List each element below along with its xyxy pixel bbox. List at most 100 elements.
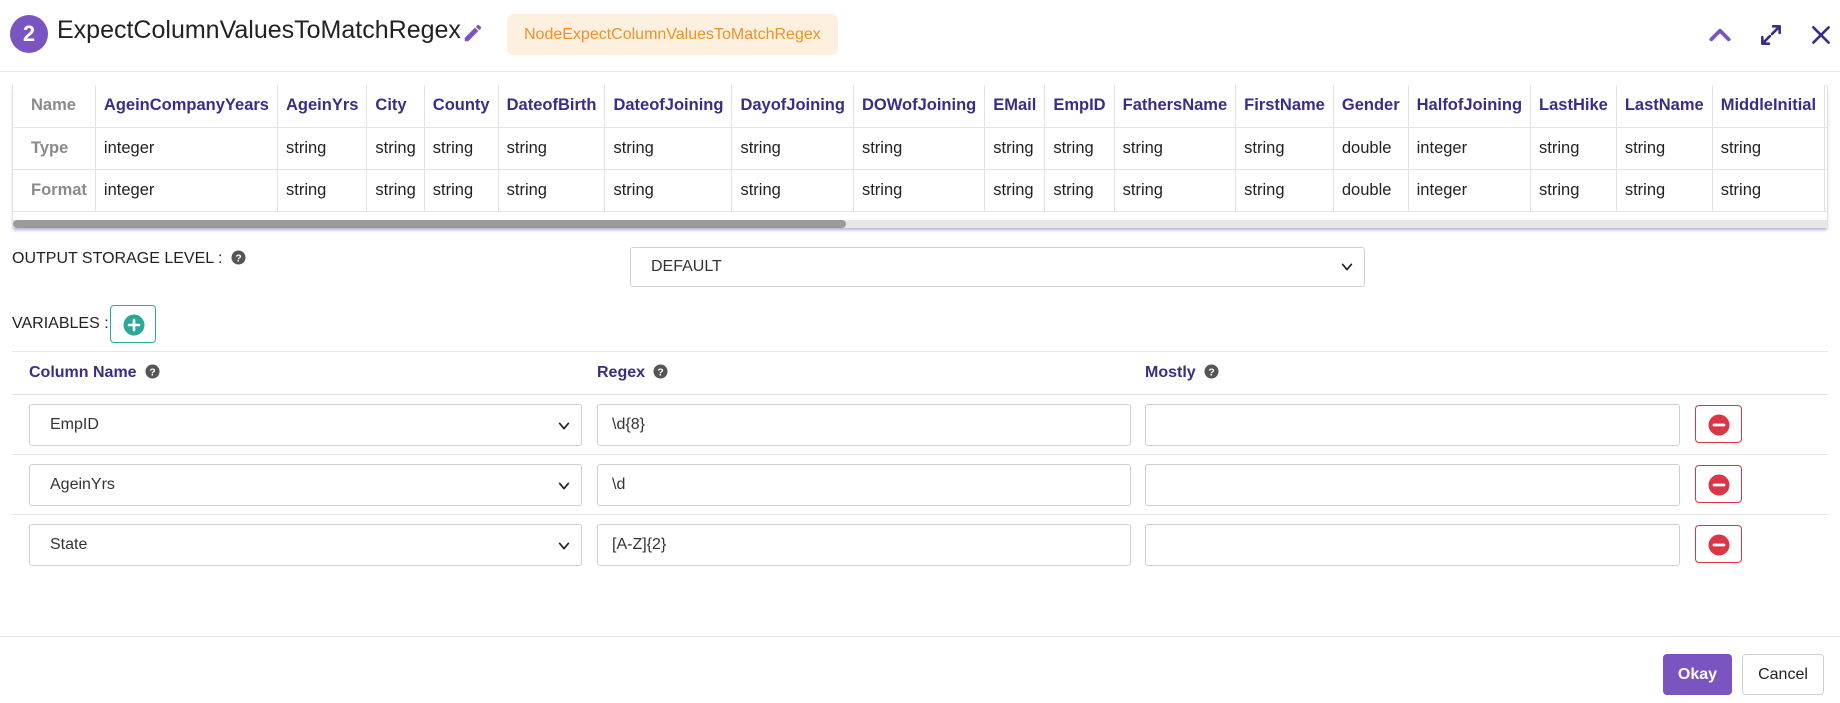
schema-column-type: string [366, 127, 425, 170]
schema-column-type: double [1333, 127, 1409, 170]
schema-column-name: City [366, 85, 425, 128]
schema-column-format: string [984, 169, 1046, 212]
add-variable-button[interactable] [110, 305, 156, 343]
schema-column-format: string [366, 169, 425, 212]
chevron-down-icon [558, 542, 570, 550]
schema-column-format: string [1616, 169, 1713, 212]
column-name-select[interactable]: EmpID [29, 404, 582, 446]
mostly-header: Mostly ? [1145, 364, 1219, 382]
schema-column-type: string [1712, 127, 1826, 170]
svg-text:?: ? [658, 367, 664, 378]
scrollbar-thumb[interactable] [13, 220, 846, 228]
schema-type-row: Type integer string string string string stri… [13, 127, 1827, 170]
regex-header: Regex ? [597, 364, 669, 382]
schema-column-type: string [424, 127, 499, 170]
mostly-input[interactable] [1145, 464, 1680, 506]
column-name-select[interactable]: AgeinYrs [29, 464, 582, 506]
svg-text:?: ? [149, 367, 155, 378]
storage-level-select[interactable]: DEFAULT [630, 247, 1365, 287]
schema-column-type: string [853, 127, 986, 170]
schema-column-type: string [1044, 127, 1115, 170]
schema-column-name: LastName [1616, 85, 1713, 128]
schema-column-format: string [1530, 169, 1617, 212]
schema-column-name: FathersName [1114, 85, 1237, 128]
node-type-badge: NodeExpectColumnValuesToMatchRegex [507, 14, 838, 55]
minus-circle-icon [1708, 414, 1730, 436]
schema-column-format: string [424, 169, 499, 212]
schema-column-type: string [498, 127, 606, 170]
schema-column-name: DayofJoining [731, 85, 854, 128]
schema-column-format: integer [1408, 169, 1532, 212]
schema-column-type: string [984, 127, 1046, 170]
schema-column-name: DateofJoining [604, 85, 733, 128]
help-icon[interactable]: ? [145, 364, 160, 379]
regex-input[interactable]: [A-Z]{2} [597, 524, 1131, 566]
schema-column-format: string [277, 169, 368, 212]
remove-variable-button[interactable] [1695, 405, 1742, 443]
svg-text:?: ? [1208, 367, 1214, 378]
schema-column-type: string [1235, 127, 1334, 170]
schema-column-format: string [1712, 169, 1826, 212]
horizontal-scrollbar[interactable] [13, 220, 1827, 228]
chevron-down-icon [558, 422, 570, 430]
help-icon[interactable]: ? [231, 250, 246, 265]
step-badge: 2 [10, 15, 48, 53]
row-label: Type [13, 127, 96, 170]
regex-input[interactable]: \d{8} [597, 404, 1131, 446]
dialog-header: 2 ExpectColumnValuesToMatchRegex NodeExp… [0, 0, 1840, 72]
schema-format-row: Format integer string string string string st… [13, 169, 1827, 212]
variables-header: Column Name ? Regex ? Mostly ? [12, 351, 1828, 395]
schema-column-name: HalfofJoining [1408, 85, 1532, 128]
schema-column-format: string [853, 169, 986, 212]
schema-column-type: integer [95, 127, 278, 170]
variable-row: EmpID \d{8} [12, 395, 1828, 455]
schema-column-type: string [731, 127, 854, 170]
schema-column-format: i [1824, 169, 1827, 212]
column-name-select[interactable]: State [29, 524, 582, 566]
cancel-button[interactable]: Cancel [1742, 654, 1824, 695]
node-title: ExpectColumnValuesToMatchRegex [57, 16, 461, 44]
okay-button[interactable]: Okay [1663, 654, 1732, 695]
row-label: Format [13, 169, 96, 212]
variable-row: AgeinYrs \d [12, 455, 1828, 515]
minus-circle-icon [1708, 474, 1730, 496]
schema-column-format: string [731, 169, 854, 212]
schema-column-format: string [1114, 169, 1237, 212]
schema-column-name: Gender [1333, 85, 1409, 128]
chevron-down-icon [558, 482, 570, 490]
chevron-up-icon[interactable] [1707, 22, 1733, 48]
help-icon[interactable]: ? [1204, 364, 1219, 379]
minus-circle-icon [1708, 534, 1730, 556]
schema-column-type: integer [1408, 127, 1532, 170]
remove-variable-button[interactable] [1695, 465, 1742, 503]
variable-row: State [A-Z]{2} [12, 515, 1828, 575]
schema-column-name: M [1824, 85, 1827, 128]
schema-column-name: EmpID [1044, 85, 1115, 128]
help-icon[interactable]: ? [653, 364, 669, 379]
schema-column-type: string [1530, 127, 1617, 170]
mostly-input[interactable] [1145, 524, 1680, 566]
pencil-icon[interactable] [462, 22, 484, 44]
schema-column-name: DOWofJoining [853, 85, 986, 128]
schema-column-format: double [1333, 169, 1409, 212]
variables-label: VARIABLES : [12, 315, 109, 332]
schema-column-type: string [1114, 127, 1237, 170]
storage-level-label: OUTPUT STORAGE LEVEL : ? [12, 250, 246, 268]
mostly-input[interactable] [1145, 404, 1680, 446]
row-label: Name [13, 85, 96, 128]
svg-text:?: ? [235, 253, 241, 264]
remove-variable-button[interactable] [1695, 525, 1742, 563]
footer-divider [0, 636, 1840, 637]
schema-column-name: DateofBirth [498, 85, 606, 128]
schema-column-type: string [604, 127, 733, 170]
schema-column-format: string [1044, 169, 1115, 212]
expand-icon[interactable] [1758, 22, 1784, 48]
regex-input[interactable]: \d [597, 464, 1131, 506]
schema-column-name: County [424, 85, 499, 128]
schema-column-format: string [498, 169, 606, 212]
schema-column-format: string [1235, 169, 1334, 212]
schema-column-name: AgeinCompanyYears [95, 85, 278, 128]
schema-column-name: MiddleInitial [1712, 85, 1826, 128]
schema-column-format: integer [95, 169, 278, 212]
close-icon[interactable] [1808, 22, 1834, 48]
